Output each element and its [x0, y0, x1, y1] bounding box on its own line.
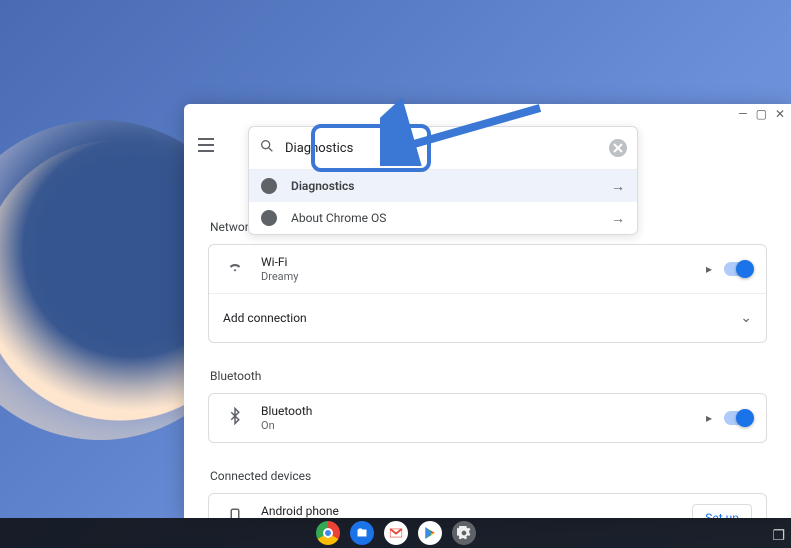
android-phone-body: Android phone Connect your Chromebook wi… [261, 504, 692, 518]
android-phone-title: Android phone [261, 504, 692, 518]
search-row [249, 127, 637, 169]
set-up-button[interactable]: Set up [692, 504, 752, 518]
chrome-icon[interactable] [316, 521, 340, 545]
wifi-icon [223, 258, 247, 280]
suggestion-label: Diagnostics [291, 179, 611, 193]
add-connection-row[interactable]: Add connection ⌄ [209, 294, 766, 342]
search-input[interactable] [275, 141, 609, 156]
files-icon[interactable] [350, 521, 374, 545]
search-dropdown: Diagnostics → About Chrome OS → [248, 126, 638, 235]
shelf: ❐ [0, 518, 791, 548]
bluetooth-icon [223, 407, 247, 429]
connected-devices-card: Android phone Connect your Chromebook wi… [208, 493, 767, 518]
arrow-right-icon: → [611, 178, 625, 195]
hamburger-menu-button[interactable] [194, 133, 218, 157]
network-card: Wi-Fi Dreamy ▸ Add connection ⌄ [208, 244, 767, 343]
bluetooth-toggle[interactable] [724, 411, 752, 425]
settings-icon[interactable] [452, 521, 476, 545]
section-heading-connected-devices: Connected devices [210, 469, 767, 483]
caret-right-icon[interactable]: ▸ [706, 262, 712, 276]
wifi-row[interactable]: Wi-Fi Dreamy ▸ [209, 245, 766, 294]
chrome-os-icon [261, 210, 277, 226]
play-store-icon[interactable] [418, 521, 442, 545]
window-close-button[interactable]: ✕ [775, 109, 785, 119]
chrome-os-icon [261, 178, 277, 194]
section-heading-bluetooth: Bluetooth [210, 369, 767, 383]
settings-window: — ▢ ✕ Diagnostics → [184, 104, 791, 518]
search-icon [259, 138, 275, 158]
bluetooth-row[interactable]: Bluetooth On ▸ [209, 394, 766, 442]
search-suggestions: Diagnostics → About Chrome OS → [249, 169, 637, 234]
bluetooth-title: Bluetooth [261, 404, 706, 418]
bluetooth-body: Bluetooth On [261, 404, 706, 432]
window-maximize-button[interactable]: ▢ [756, 109, 767, 119]
wifi-body: Wi-Fi Dreamy [261, 255, 706, 283]
suggestion-about-chrome-os[interactable]: About Chrome OS → [249, 202, 637, 234]
titlebar: — ▢ ✕ [184, 104, 791, 122]
system-tray-icon[interactable]: ❐ [772, 528, 785, 544]
wifi-title: Wi-Fi [261, 255, 706, 269]
app-toolbar: Diagnostics → About Chrome OS → [184, 122, 791, 168]
phone-icon [223, 507, 247, 518]
wifi-subtitle: Dreamy [261, 270, 706, 283]
suggestion-label: About Chrome OS [291, 211, 611, 225]
bluetooth-card: Bluetooth On ▸ [208, 393, 767, 443]
window-minimize-button[interactable]: — [738, 109, 747, 119]
gmail-icon[interactable] [384, 521, 408, 545]
add-connection-label: Add connection [223, 311, 740, 325]
suggestion-diagnostics[interactable]: Diagnostics → [249, 170, 637, 202]
caret-right-icon[interactable]: ▸ [706, 411, 712, 425]
wifi-toggle[interactable] [724, 262, 752, 276]
arrow-right-icon: → [611, 210, 625, 227]
chevron-down-icon: ⌄ [740, 310, 752, 326]
clear-search-button[interactable] [609, 139, 627, 157]
android-phone-row: Android phone Connect your Chromebook wi… [209, 494, 766, 518]
bluetooth-subtitle: On [261, 419, 706, 432]
